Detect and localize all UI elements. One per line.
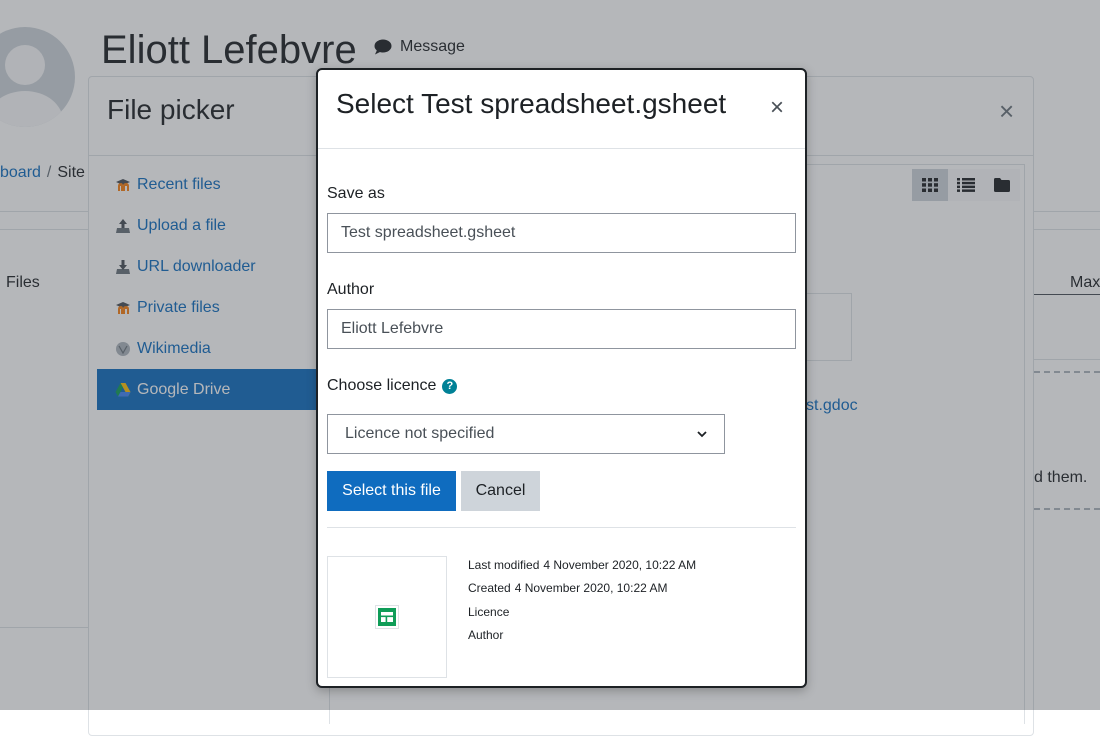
info-licence: Licence — [468, 604, 696, 627]
last-modified-label: Last modified — [468, 558, 540, 572]
divider — [318, 148, 805, 149]
author-input[interactable] — [327, 309, 796, 349]
save-as-label: Save as — [327, 185, 385, 202]
author-label: Author — [327, 281, 375, 298]
licence-selected-value: Licence not specified — [345, 425, 495, 442]
select-dialog-title: Select Test spreadsheet.gsheet — [336, 88, 727, 119]
select-file-dialog: Select Test spreadsheet.gsheet × Save as… — [316, 68, 807, 688]
info-last-modified: Last modified 4 November 2020, 10:22 AM — [468, 557, 696, 580]
select-this-file-button[interactable]: Select this file — [327, 471, 456, 511]
created-value: 4 November 2020, 10:22 AM — [514, 581, 668, 596]
licence-info-label: Licence — [468, 604, 510, 619]
divider — [327, 527, 796, 528]
file-info: Last modified 4 November 2020, 10:22 AM C… — [468, 557, 696, 650]
google-sheets-icon — [375, 605, 399, 629]
author-info-label: Author — [468, 627, 504, 642]
cancel-button[interactable]: Cancel — [461, 471, 540, 511]
last-modified-value: 4 November 2020, 10:22 AM — [543, 558, 697, 572]
help-icon[interactable]: ? — [442, 378, 458, 394]
file-preview — [327, 556, 447, 678]
info-author: Author — [468, 627, 696, 650]
chevron-down-icon — [697, 430, 707, 437]
created-label: Created — [468, 581, 511, 596]
save-as-input[interactable] — [327, 213, 796, 253]
licence-select[interactable]: Licence not specified — [327, 414, 725, 454]
info-created: Created 4 November 2020, 10:22 AM — [468, 580, 696, 603]
choose-licence-label: Choose licence — [327, 377, 437, 394]
select-dialog-close-button[interactable]: × — [770, 96, 784, 120]
choose-licence-row: Choose licence? — [327, 377, 458, 395]
